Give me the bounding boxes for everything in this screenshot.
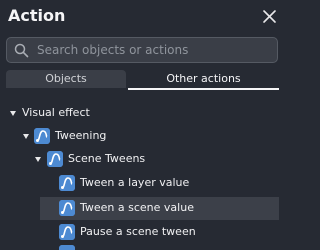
tween-curve-icon (59, 200, 75, 216)
tree-item-pause-scene-tween[interactable]: Pause a scene tween (0, 221, 287, 243)
search-input[interactable] (37, 41, 273, 59)
search-icon (14, 43, 29, 58)
tree-item-tweening[interactable]: Tweening (0, 125, 287, 147)
tree-item-tween-scene-value[interactable]: Tween a scene value (0, 197, 287, 219)
tween-curve-icon (59, 175, 75, 191)
tree-item-label: Tweening (55, 129, 107, 142)
tab-other-actions[interactable]: Other actions (128, 70, 279, 90)
tree-item-label: Scene Tweens (68, 152, 146, 165)
tree-item-tween-layer-value[interactable]: Tween a layer value (0, 172, 287, 194)
tween-curve-icon (59, 245, 75, 250)
action-panel: Action Objects Other actions Visual effe… (0, 0, 287, 250)
tree-item-label: Visual effect (22, 106, 90, 119)
tween-curve-icon (34, 128, 50, 144)
search-box[interactable] (6, 37, 278, 63)
tween-curve-icon (47, 151, 63, 167)
tab-bar: Objects Other actions (6, 70, 279, 90)
panel-title: Action (8, 6, 66, 25)
tree-item-scene-tweens[interactable]: Scene Tweens (0, 148, 287, 170)
tree-item-label: Pause a scene tween (80, 225, 196, 238)
tree-item-label: Tween a layer value (80, 176, 190, 189)
tree-item-label: Tween a scene value (80, 201, 194, 214)
close-icon[interactable] (262, 9, 277, 24)
chevron-down-icon (23, 134, 29, 139)
tab-objects[interactable]: Objects (6, 70, 126, 88)
tree-item-visual-effect[interactable]: Visual effect (0, 102, 287, 124)
chevron-down-icon (35, 157, 41, 162)
chevron-down-icon (10, 111, 16, 116)
tween-curve-icon (59, 224, 75, 240)
